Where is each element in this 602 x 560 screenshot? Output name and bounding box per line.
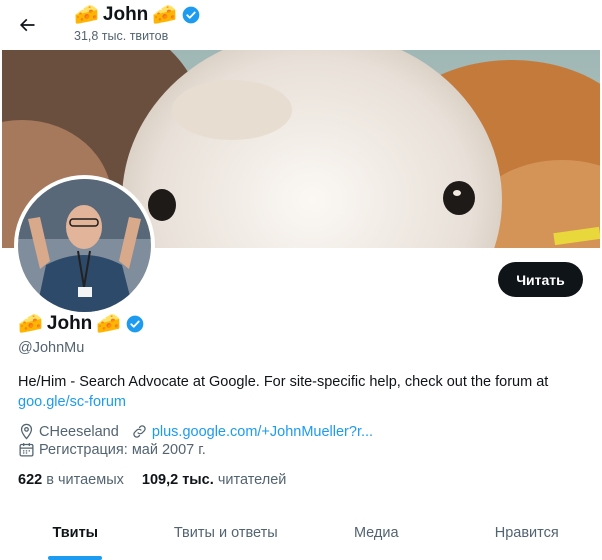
verified-badge-icon (126, 315, 144, 333)
cheese-emoji-icon: 🧀 (74, 4, 99, 26)
bio-text: He/Him - Search Advocate at Google. For … (18, 374, 549, 390)
arrow-left-icon (19, 18, 35, 32)
avatar-photo (18, 179, 151, 312)
follow-button[interactable]: Читать (498, 262, 583, 297)
calendar-icon (19, 443, 34, 457)
tab-label: Твиты и ответы (173, 525, 278, 541)
joined-row: Регистрация: май 2007 г. (18, 441, 218, 458)
back-button[interactable] (12, 10, 42, 40)
tab-label: Медиа (353, 525, 399, 541)
joined-text: Регистрация: май 2007 г. (39, 441, 206, 458)
cheese-emoji-icon: 🧀 (96, 313, 122, 335)
followers-stat[interactable]: 109,2 тыс. читателей (142, 472, 287, 488)
bio-link[interactable]: goo.gle/sc-forum (18, 394, 126, 410)
verified-badge-icon (182, 6, 200, 24)
tweets-count: 31,8 тыс. твитов (74, 29, 169, 43)
location-item: CHeeseland (18, 423, 119, 440)
following-stat[interactable]: 622 в читаемых (18, 472, 124, 488)
following-count: 622 (18, 472, 43, 488)
tab-tweets-and-replies[interactable]: Твиты и ответы (151, 508, 302, 560)
tab-label: Твиты (52, 525, 99, 541)
cheese-emoji-icon: 🧀 (18, 313, 43, 335)
profile-tabs: Твиты Твиты и ответы Медиа Нравится (0, 508, 602, 560)
tab-tweets[interactable]: Твиты (0, 508, 151, 560)
location-pin-icon (20, 423, 33, 440)
website-link[interactable]: plus.google.com/+JohnMueller?r... (152, 424, 373, 440)
location-text: CHeeseland (39, 423, 119, 440)
profile-bio: He/Him - Search Advocate at Google. For … (18, 372, 593, 412)
tab-media[interactable]: Медиа (301, 508, 452, 560)
header-name: John (102, 4, 149, 25)
avatar[interactable] (14, 175, 155, 316)
link-icon (133, 425, 146, 438)
cheese-emoji-icon: 🧀 (152, 4, 178, 26)
followers-label: читателей (217, 472, 287, 488)
joined-item: Регистрация: май 2007 г. (18, 441, 206, 458)
profile-name: John (46, 313, 93, 334)
profile-name-row: 🧀 John 🧀 (18, 313, 145, 335)
tab-likes[interactable]: Нравится (452, 508, 602, 560)
top-bar: 🧀 John 🧀 31,8 тыс. твитов (0, 0, 602, 50)
following-label: в читаемых (46, 472, 124, 488)
active-tab-indicator (48, 556, 103, 560)
website-item[interactable]: plus.google.com/+JohnMueller?r... (131, 423, 373, 440)
profile-stats: 622 в читаемых 109,2 тыс. читателей (18, 472, 286, 488)
followers-count: 109,2 тыс. (141, 472, 214, 488)
tab-label: Нравится (494, 525, 559, 541)
profile-handle: @JohnMu (18, 340, 85, 356)
header-title: 🧀 John 🧀 (74, 4, 201, 26)
profile-meta: CHeeseland plus.google.com/+JohnMueller?… (18, 423, 385, 440)
